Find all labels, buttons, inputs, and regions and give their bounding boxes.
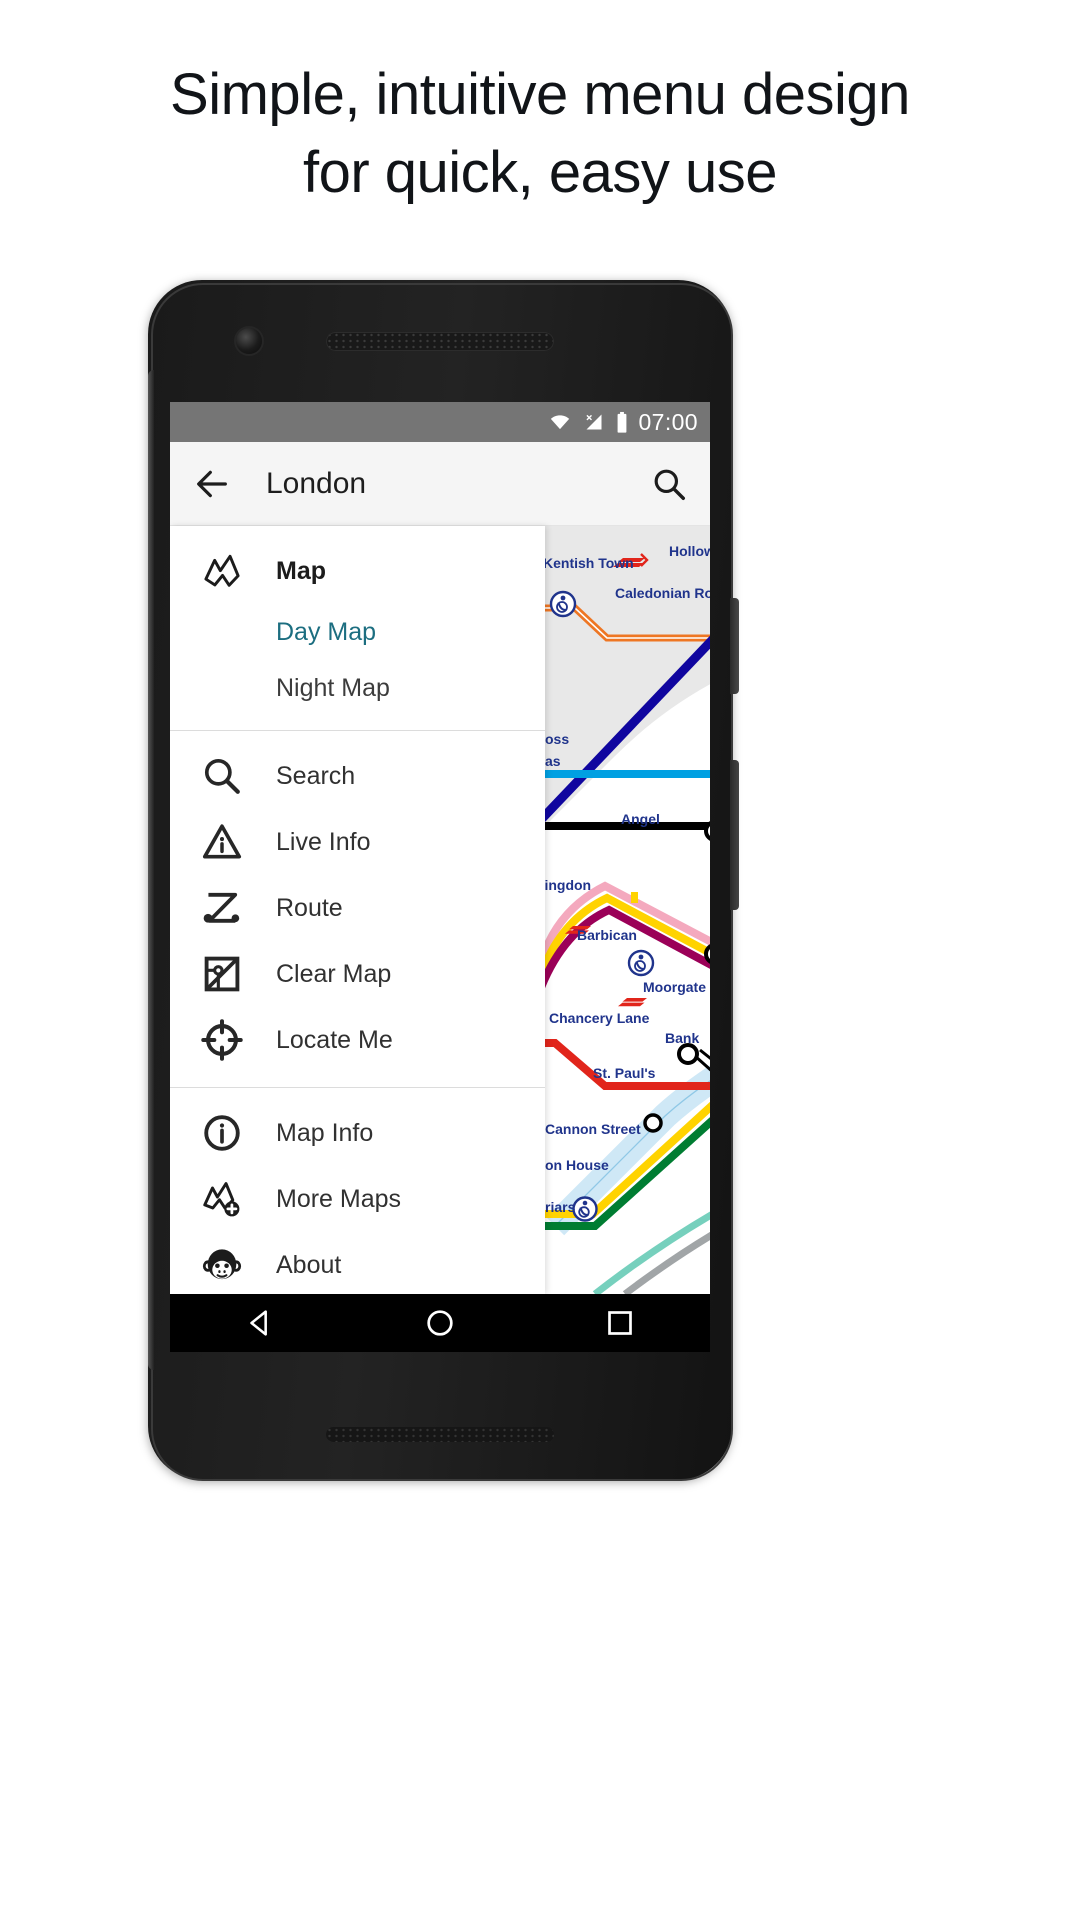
screen-content: Map Day Map Night Map Search Live Info R… [170, 526, 710, 1294]
bottom-speaker [326, 1427, 554, 1442]
drawer-item-clear-map-label: Clear Map [276, 959, 392, 988]
drawer-item-route[interactable]: Route [170, 875, 545, 941]
station-label: Chancery Lane [549, 1010, 650, 1026]
drawer-item-search-label: Search [276, 761, 356, 790]
station-label: Holloway Road [669, 543, 710, 559]
front-camera-icon [236, 328, 262, 354]
station-label: Bank [665, 1030, 699, 1046]
drawer-item-route-label: Route [276, 893, 343, 922]
tube-map-canvas[interactable]: .st { font-family: "Liberation Sans", sa… [545, 526, 710, 1294]
drawer-group-map: Map Day Map Night Map [170, 526, 545, 730]
drawer-item-more-maps-label: More Maps [276, 1184, 402, 1213]
drawer-item-map-label: Map [276, 556, 326, 585]
drawer-item-live-info[interactable]: Live Info [170, 809, 545, 875]
drawer-item-about-label: About [276, 1250, 342, 1279]
drawer-item-locate-me-label: Locate Me [276, 1025, 393, 1054]
station-label: as [545, 753, 561, 769]
drawer-item-live-info-label: Live Info [276, 827, 371, 856]
station-label: Angel [621, 811, 660, 827]
map-icon [204, 554, 240, 587]
navigation-drawer: Map Day Map Night Map Search Live Info R… [170, 526, 545, 1294]
drawer-item-map-info-label: Map Info [276, 1118, 374, 1147]
info-circle-icon [204, 1115, 240, 1151]
drawer-subitem-night-map[interactable]: Night Map [170, 660, 545, 716]
wheelchair-access-icon [549, 590, 577, 618]
station-label: ringdon [545, 877, 591, 893]
clear-map-icon [204, 956, 240, 992]
page-headline: Simple, intuitive menu design for quick,… [0, 56, 1080, 212]
locate-icon [201, 1019, 243, 1061]
drawer-item-more-maps[interactable]: More Maps [170, 1166, 545, 1232]
earpiece-speaker [326, 332, 554, 351]
monkey-icon [202, 1249, 242, 1280]
status-bar: 07:00 [170, 402, 710, 442]
drawer-item-about[interactable]: About [170, 1232, 545, 1298]
drawer-item-locate-me[interactable]: Locate Me [170, 1007, 545, 1073]
volume-button[interactable] [730, 760, 739, 910]
tube-map-graphic: .st { font-family: "Liberation Sans", sa… [545, 526, 710, 1294]
signal-icon [586, 414, 602, 430]
wheelchair-access-icon [627, 949, 655, 977]
phone-device-frame: 07:00 London Map Day Map Night Map Searc… [148, 280, 739, 1481]
station-label: on House [545, 1157, 609, 1173]
station-label: oss [545, 731, 569, 747]
wifi-icon [551, 415, 570, 430]
drawer-item-clear-map[interactable]: Clear Map [170, 941, 545, 1007]
drawer-item-map[interactable]: Map [170, 538, 545, 604]
drawer-item-search[interactable]: Search [170, 743, 545, 809]
route-icon [203, 892, 240, 923]
warning-info-icon [202, 824, 242, 859]
station-label: St. Paul's [593, 1065, 656, 1081]
status-bar-clock: 07:00 [638, 408, 698, 435]
page-title: London [266, 466, 367, 500]
station-label: Caledonian Road [615, 585, 710, 601]
station-label: Kentish Town [545, 555, 634, 571]
station-label: Moorgate [643, 979, 706, 995]
drawer-item-map-info[interactable]: Map Info [170, 1100, 545, 1166]
power-button[interactable] [730, 598, 739, 694]
drawer-group-tools: Search Live Info Route Clear Map Locate … [170, 730, 545, 1087]
app-toolbar: London [170, 442, 710, 526]
battery-icon [618, 411, 627, 433]
drawer-subitem-day-map[interactable]: Day Map [170, 604, 545, 660]
search-icon [204, 758, 240, 794]
station-label: riars [545, 1199, 576, 1215]
search-icon[interactable] [650, 465, 688, 503]
headline-line-2: for quick, easy use [302, 140, 778, 205]
phone-screen: 07:00 London Map Day Map Night Map Searc… [170, 402, 710, 1352]
more-maps-icon [203, 1182, 240, 1217]
station-label: Barbican [577, 927, 637, 943]
headline-line-1: Simple, intuitive menu design [170, 62, 910, 127]
wheelchair-access-icon [572, 1196, 598, 1222]
drawer-group-info: Map Info More Maps About [170, 1087, 545, 1312]
back-arrow-icon[interactable] [192, 464, 232, 504]
station-label: Cannon Street [545, 1121, 641, 1137]
nav-recents-icon[interactable] [603, 1306, 637, 1340]
device-left-edge [148, 370, 154, 1370]
